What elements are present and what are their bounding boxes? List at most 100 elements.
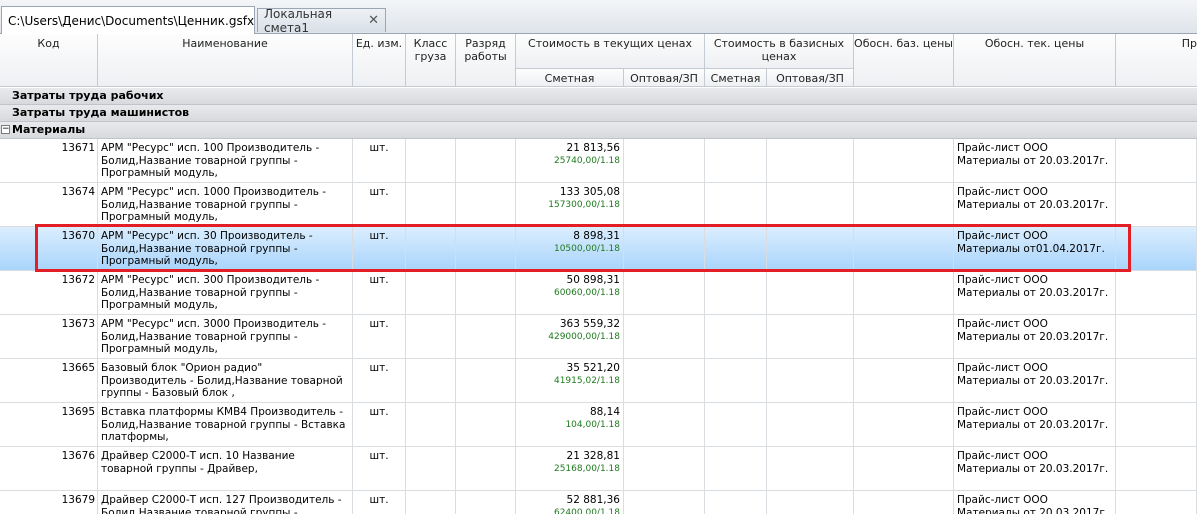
cell-name[interactable]: АРМ "Ресурс" исп. 300 Производитель - Бо… — [98, 271, 353, 314]
cell-base-estimate[interactable] — [705, 315, 767, 358]
cell-current-justification[interactable]: Прайс-лист ООО Материалы от 20.03.2017г. — [954, 271, 1116, 314]
cell-code[interactable]: 13695 — [0, 403, 98, 446]
cell-unit[interactable]: шт. — [353, 139, 406, 182]
tab-price-list-file[interactable]: C:\Users\Денис\Documents\Ценник.gsfx — [1, 6, 255, 34]
cell-cargo-class[interactable] — [406, 227, 456, 270]
cell-cargo-class[interactable] — [406, 315, 456, 358]
cell-base-estimate[interactable] — [705, 447, 767, 490]
cell-cargo-class[interactable] — [406, 403, 456, 446]
table-row[interactable]: 13673 АРМ "Ресурс" исп. 3000 Производител… — [0, 315, 1197, 359]
cell-base-wholesale[interactable] — [767, 403, 854, 446]
cell-work-grade[interactable] — [456, 447, 516, 490]
cell-base-justification[interactable] — [854, 359, 954, 402]
tab-local-estimate[interactable]: Локальная смета1 ✕ — [257, 7, 386, 35]
cell-base-wholesale[interactable] — [767, 183, 854, 226]
cell-current-wholesale[interactable] — [624, 447, 705, 490]
column-header-current-estimate[interactable]: Сметная — [516, 69, 624, 87]
cell-work-grade[interactable] — [456, 227, 516, 270]
cell-work-grade[interactable] — [456, 359, 516, 402]
group-row-labor[interactable]: Затраты труда рабочих — [0, 88, 1197, 105]
cell-unit[interactable]: шт. — [353, 447, 406, 490]
cell-overflow[interactable] — [1116, 403, 1197, 446]
cell-base-estimate[interactable] — [705, 403, 767, 446]
cell-name[interactable]: АРМ "Ресурс" исп. 1000 Производитель - Б… — [98, 183, 353, 226]
collapse-icon[interactable]: − — [1, 125, 10, 134]
cell-work-grade[interactable] — [456, 183, 516, 226]
cell-current-estimate[interactable]: 35 521,20 41915,02/1.18 — [516, 359, 624, 402]
column-header-base-wholesale[interactable]: Оптовая/ЗП — [767, 69, 854, 87]
table-row[interactable]: 13672 АРМ "Ресурс" исп. 300 Производитель… — [0, 271, 1197, 315]
cell-overflow[interactable] — [1116, 183, 1197, 226]
cell-unit[interactable]: шт. — [353, 227, 406, 270]
cell-work-grade[interactable] — [456, 271, 516, 314]
group-row-materials[interactable]: − Материалы — [0, 122, 1197, 139]
cell-base-estimate[interactable] — [705, 271, 767, 314]
cell-overflow[interactable] — [1116, 227, 1197, 270]
cell-base-wholesale[interactable] — [767, 315, 854, 358]
cell-work-grade[interactable] — [456, 403, 516, 446]
table-row[interactable]: 13679 Драйвер С2000-Т исп. 127 Производит… — [0, 491, 1197, 514]
cell-current-wholesale[interactable] — [624, 139, 705, 182]
cell-overflow[interactable] — [1116, 139, 1197, 182]
cell-current-justification[interactable]: Прайс-лист ООО Материалы от 20.03.2017г. — [954, 403, 1116, 446]
cell-cargo-class[interactable] — [406, 491, 456, 514]
cell-base-justification[interactable] — [854, 403, 954, 446]
cell-unit[interactable]: шт. — [353, 491, 406, 514]
cell-current-wholesale[interactable] — [624, 315, 705, 358]
table-row[interactable]: 13671 АРМ "Ресурс" исп. 100 Производитель… — [0, 139, 1197, 183]
cell-cargo-class[interactable] — [406, 447, 456, 490]
cell-current-justification[interactable]: Прайс-лист ООО Материалы от 20.03.2017г. — [954, 183, 1116, 226]
cell-code[interactable]: 13670 — [0, 227, 98, 270]
cell-unit[interactable]: шт. — [353, 183, 406, 226]
cell-unit[interactable]: шт. — [353, 403, 406, 446]
cell-overflow[interactable] — [1116, 447, 1197, 490]
cell-overflow[interactable] — [1116, 359, 1197, 402]
cell-current-wholesale[interactable] — [624, 359, 705, 402]
column-header-name[interactable]: Наименование — [98, 34, 353, 87]
cell-current-justification[interactable]: Прайс-лист ООО Материалы от 20.03.2017г. — [954, 447, 1116, 490]
cell-current-wholesale[interactable] — [624, 271, 705, 314]
cell-base-justification[interactable] — [854, 227, 954, 270]
cell-current-justification[interactable]: Прайс-лист ООО Материалы от 20.03.2017г. — [954, 491, 1116, 514]
cell-overflow[interactable] — [1116, 271, 1197, 314]
column-header-base-justification[interactable]: Обосн. баз. цены — [854, 34, 954, 87]
cell-current-justification[interactable]: Прайс-лист ООО Материалы от 20.03.2017г. — [954, 139, 1116, 182]
cell-code[interactable]: 13674 — [0, 183, 98, 226]
cell-current-estimate[interactable]: 88,14 104,00/1.18 — [516, 403, 624, 446]
column-header-base-estimate[interactable]: Сметная — [705, 69, 767, 87]
cell-unit[interactable]: шт. — [353, 359, 406, 402]
cell-code[interactable]: 13676 — [0, 447, 98, 490]
column-group-base-prices[interactable]: Стоимость в базисных ценах — [705, 34, 854, 69]
cell-current-justification[interactable]: Прайс-лист ООО Материалы от01.04.2017г. — [954, 227, 1116, 270]
cell-work-grade[interactable] — [456, 139, 516, 182]
cell-name[interactable]: АРМ "Ресурс" исп. 100 Производитель - Бо… — [98, 139, 353, 182]
cell-current-estimate[interactable]: 363 559,32 429000,00/1.18 — [516, 315, 624, 358]
cell-base-justification[interactable] — [854, 491, 954, 514]
column-header-code[interactable]: Код — [0, 34, 98, 87]
column-header-work-grade[interactable]: Разряд работы — [456, 34, 516, 87]
table-row[interactable]: 13676 Драйвер С2000-Т исп. 10 Название то… — [0, 447, 1197, 491]
cell-current-wholesale[interactable] — [624, 491, 705, 514]
cell-current-estimate[interactable]: 52 881,36 62400,00/1.18 — [516, 491, 624, 514]
column-header-overflow[interactable]: Пр — [1116, 34, 1197, 87]
cell-name[interactable]: Базовый блок "Орион радио" Производитель… — [98, 359, 353, 402]
cell-base-wholesale[interactable] — [767, 139, 854, 182]
cell-code[interactable]: 13665 — [0, 359, 98, 402]
cell-code[interactable]: 13673 — [0, 315, 98, 358]
cell-unit[interactable]: шт. — [353, 315, 406, 358]
cell-current-estimate[interactable]: 21 328,81 25168,00/1.18 — [516, 447, 624, 490]
cell-current-estimate[interactable]: 50 898,31 60060,00/1.18 — [516, 271, 624, 314]
cell-unit[interactable]: шт. — [353, 271, 406, 314]
cell-current-justification[interactable]: Прайс-лист ООО Материалы от 20.03.2017г. — [954, 359, 1116, 402]
cell-base-justification[interactable] — [854, 315, 954, 358]
cell-work-grade[interactable] — [456, 315, 516, 358]
cell-base-wholesale[interactable] — [767, 271, 854, 314]
cell-name[interactable]: Драйвер С2000-Т исп. 10 Название товарно… — [98, 447, 353, 490]
cell-cargo-class[interactable] — [406, 359, 456, 402]
cell-base-wholesale[interactable] — [767, 447, 854, 490]
cell-name[interactable]: АРМ "Ресурс" исп. 30 Производитель - Бол… — [98, 227, 353, 270]
cell-base-estimate[interactable] — [705, 139, 767, 182]
cell-overflow[interactable] — [1116, 491, 1197, 514]
cell-current-wholesale[interactable] — [624, 403, 705, 446]
table-row[interactable]: 13695 Вставка платформы КМВ4 Производител… — [0, 403, 1197, 447]
